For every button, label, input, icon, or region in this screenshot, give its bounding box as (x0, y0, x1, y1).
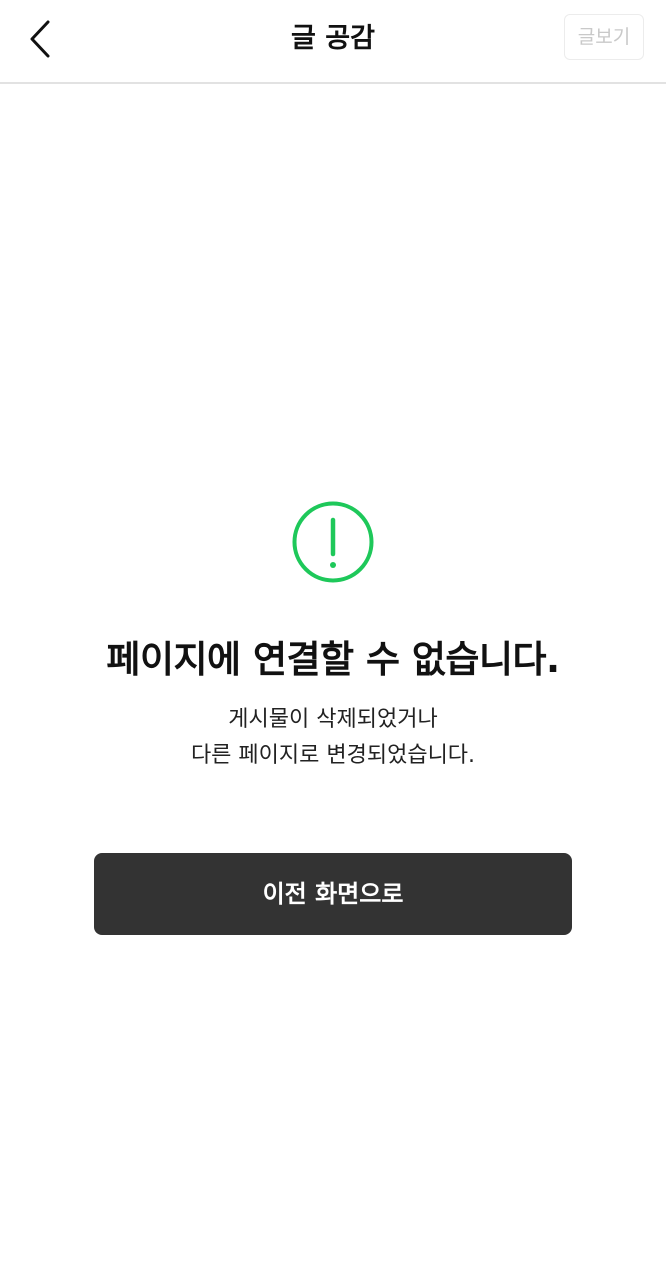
view-post-button[interactable]: 글보기 (564, 14, 644, 60)
error-message-container: 페이지에 연결할 수 없습니다. 게시물이 삭제되었거나 다른 페이지로 변경되… (0, 500, 666, 774)
error-description-line-2: 다른 페이지로 변경되었습니다. (190, 743, 476, 768)
top-navigation-bar: 글 공감 글보기 (0, 0, 666, 84)
previous-screen-button[interactable]: 이전 화면으로 (94, 853, 572, 935)
error-title: 페이지에 연결할 수 없습니다. (106, 638, 560, 681)
error-description: 게시물이 삭제되었거나 다른 페이지로 변경되었습니다. (0, 702, 666, 774)
error-description-line-1: 게시물이 삭제되었거나 (228, 707, 438, 732)
back-button[interactable] (14, 12, 68, 66)
chevron-left-icon (30, 20, 50, 58)
exclamation-circle-icon (292, 501, 374, 583)
